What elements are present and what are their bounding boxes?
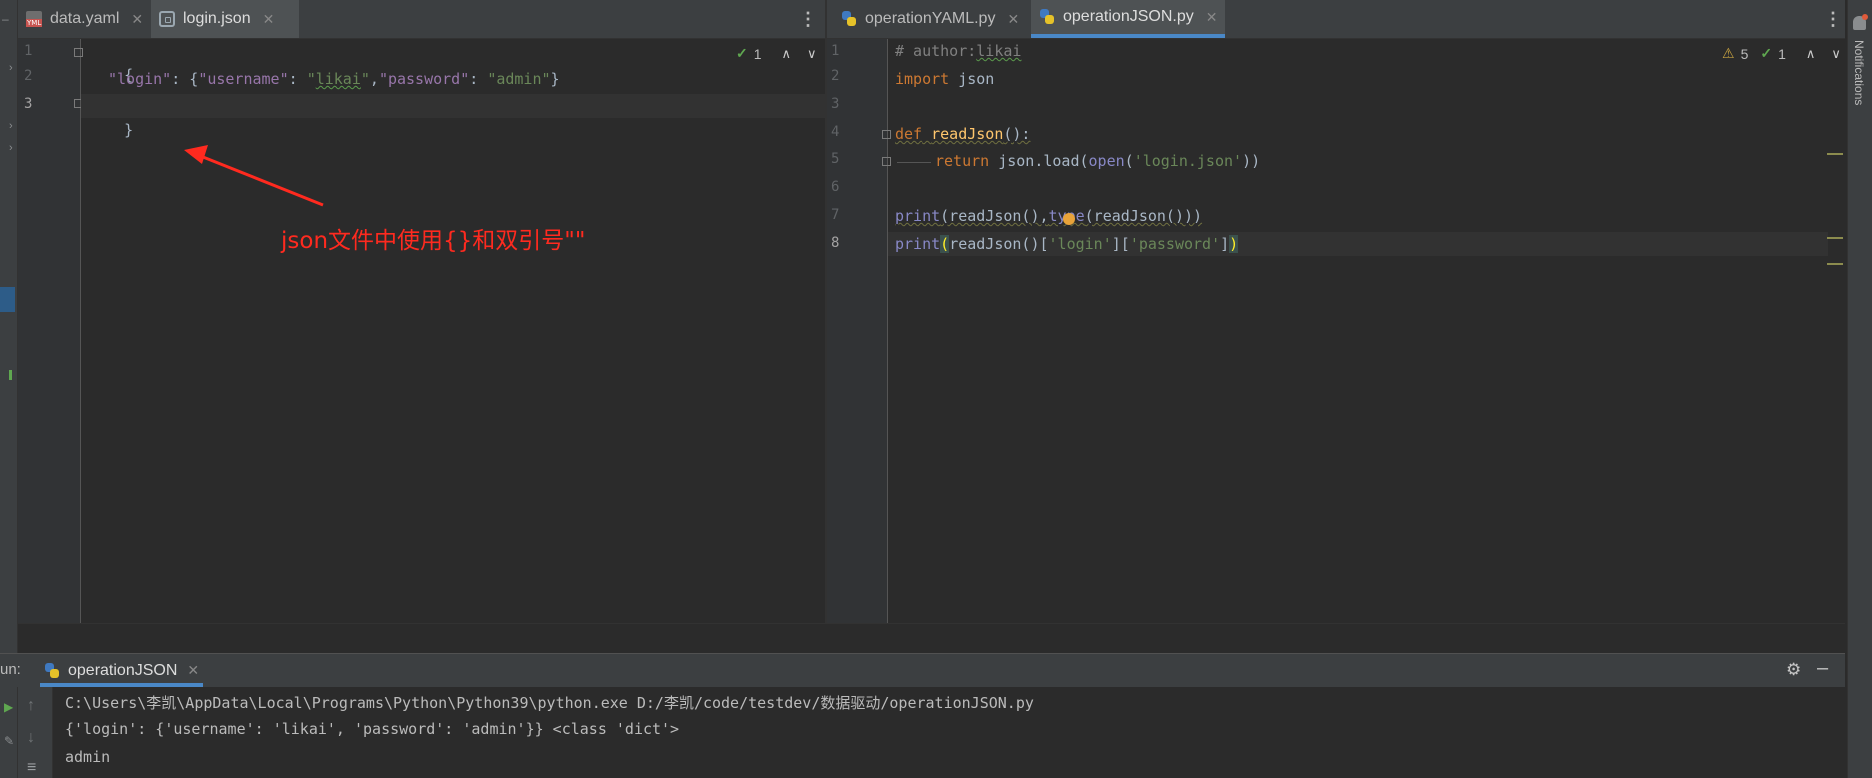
right-editor[interactable]: 1 2 3 4 5 6 7 8 # author:likai import js… <box>827 39 1845 623</box>
chevron-up-icon[interactable]: ∧ <box>1806 46 1816 62</box>
more-options-icon[interactable]: ⋮ <box>1824 9 1842 30</box>
notifications-tab[interactable]: Notifications <box>1852 40 1866 105</box>
right-editor-tabbar: operationYAML.py ✕ operationJSON.py ✕ ⋮ <box>827 0 1845 39</box>
notification-dot-icon <box>1862 14 1868 20</box>
annotation-text: json文件中使用{}和双引号"" <box>281 228 586 254</box>
line-number: 3 <box>24 96 33 112</box>
close-icon[interactable]: ✕ <box>263 11 275 28</box>
line-gutter: 1 2 3 4 5 6 7 8 <box>827 39 891 623</box>
tab-login-json[interactable]: login.json ✕ <box>151 0 299 38</box>
console-line: admin <box>65 748 111 766</box>
hide-panel-icon[interactable]: – <box>1817 657 1828 680</box>
line-gutter: 1 2 3 <box>18 39 83 623</box>
line-number: 5 <box>831 151 840 167</box>
run-console[interactable]: C:\Users\李凯\AppData\Local\Programs\Pytho… <box>53 687 1845 778</box>
run-label: un: <box>0 661 21 678</box>
fold-icon[interactable] <box>882 130 891 139</box>
arrow-up-icon[interactable]: ↑ <box>27 697 35 715</box>
warning-stripe-marker[interactable] <box>1827 153 1843 155</box>
inspection-widget[interactable]: ✓ 1 ∧ ∨ <box>736 45 817 62</box>
close-icon[interactable]: ✕ <box>1007 11 1019 28</box>
left-editor-tabbar: data.yaml ✕ login.json ✕ ⋮ <box>18 0 825 39</box>
chevron-down-icon[interactable]: ∨ <box>1831 46 1841 62</box>
line-number: 3 <box>831 96 840 112</box>
tool-window-icon[interactable]: › <box>9 120 13 132</box>
line-number: 7 <box>831 207 840 223</box>
tab-operation-yaml[interactable]: operationYAML.py ✕ <box>833 0 1029 38</box>
inspection-count: 1 <box>1778 45 1786 62</box>
code-line-1: { <box>124 66 134 84</box>
fold-icon[interactable] <box>882 157 891 166</box>
close-icon[interactable]: ✕ <box>1206 9 1218 26</box>
check-icon: ✓ <box>1760 45 1773 61</box>
code-line-1: # author:likai <box>895 42 1022 60</box>
fold-icon[interactable] <box>74 48 83 57</box>
warning-stripe-marker[interactable] <box>1827 237 1843 239</box>
line-number: 4 <box>831 124 840 140</box>
right-tool-strip: Notifications <box>1847 0 1872 778</box>
console-line: C:\Users\李凯\AppData\Local\Programs\Pytho… <box>65 694 1034 712</box>
git-marker <box>9 370 12 380</box>
inspection-widget[interactable]: ⚠ 5 ✓ 1 ∧ ∨ <box>1722 45 1841 62</box>
yaml-file-icon <box>26 11 43 27</box>
close-icon[interactable]: ✕ <box>187 662 199 679</box>
tab-label: operationYAML.py <box>865 10 996 27</box>
line-number: 6 <box>831 179 840 195</box>
line-number: 8 <box>831 235 840 251</box>
chevron-up-icon[interactable]: ∧ <box>782 46 792 62</box>
json-file-icon <box>159 11 175 27</box>
run-tab-label: operationJSON <box>68 661 178 679</box>
warning-icon: ⚠ <box>1722 45 1735 61</box>
line-number: 1 <box>24 43 33 59</box>
run-side-strip: ▶ ✎ <box>0 700 17 778</box>
code-line-2: "login": {"username": "likai","password"… <box>108 70 560 88</box>
rerun-icon[interactable]: ▶ <box>4 700 13 714</box>
horizontal-scroll-area <box>18 623 1845 654</box>
tool-window-icon[interactable]: › <box>9 142 13 154</box>
line-number: 1 <box>831 43 840 59</box>
left-editor[interactable]: 1 2 3 { "login": {"username": "likai","p… <box>18 39 825 623</box>
annotation-arrow-icon <box>184 145 324 207</box>
code-line-2: import json <box>895 70 995 88</box>
python-file-icon <box>1039 9 1055 25</box>
python-file-icon <box>841 11 857 27</box>
intention-bulb-icon[interactable] <box>1063 213 1075 225</box>
python-file-icon <box>44 662 60 679</box>
run-tab-operation-json[interactable]: operationJSON ✕ <box>40 654 204 687</box>
minimize-icon[interactable]: – <box>2 12 9 26</box>
run-panel-header: un: operationJSON ✕ ⚙ – <box>0 653 1845 687</box>
more-options-icon[interactable]: ⋮ <box>799 9 817 30</box>
tab-data-yaml[interactable]: data.yaml ✕ <box>18 0 149 38</box>
wrench-icon[interactable]: ✎ <box>4 734 14 748</box>
arrow-down-icon[interactable]: ↓ <box>27 729 35 747</box>
tab-label: operationJSON.py <box>1063 8 1194 25</box>
chevron-down-icon[interactable]: ∨ <box>807 46 817 62</box>
line-number: 2 <box>831 68 840 84</box>
code-line-8: print(readJson()['login']['password']) <box>895 235 1239 253</box>
soft-wrap-icon[interactable]: ≡ <box>27 759 36 777</box>
inspection-count: 1 <box>753 45 762 62</box>
run-toolbar: ↑ ↓ ≡ <box>18 687 53 778</box>
line-number: 2 <box>24 68 33 84</box>
warning-count: 5 <box>1740 45 1749 62</box>
code-line-3: } <box>124 121 134 139</box>
tool-window-icon[interactable]: › <box>9 62 13 74</box>
code-line-7: print(readJson(),type(readJson())) <box>895 207 1203 225</box>
tab-operation-json[interactable]: operationJSON.py ✕ <box>1031 0 1225 38</box>
console-line: {'login': {'username': 'likai', 'passwor… <box>65 720 680 738</box>
active-tool-indicator <box>0 287 15 312</box>
warning-stripe-marker[interactable] <box>1827 263 1843 265</box>
code-line-5: return json.load(open('login.json')) <box>935 152 1261 170</box>
code-line-4: def readJson(): <box>895 125 1031 143</box>
tab-label: data.yaml <box>50 10 120 27</box>
close-icon[interactable]: ✕ <box>131 11 143 28</box>
indent-guide <box>897 162 931 163</box>
check-icon: ✓ <box>736 45 748 61</box>
tab-label: login.json <box>183 10 251 27</box>
gear-icon[interactable]: ⚙ <box>1786 660 1801 680</box>
